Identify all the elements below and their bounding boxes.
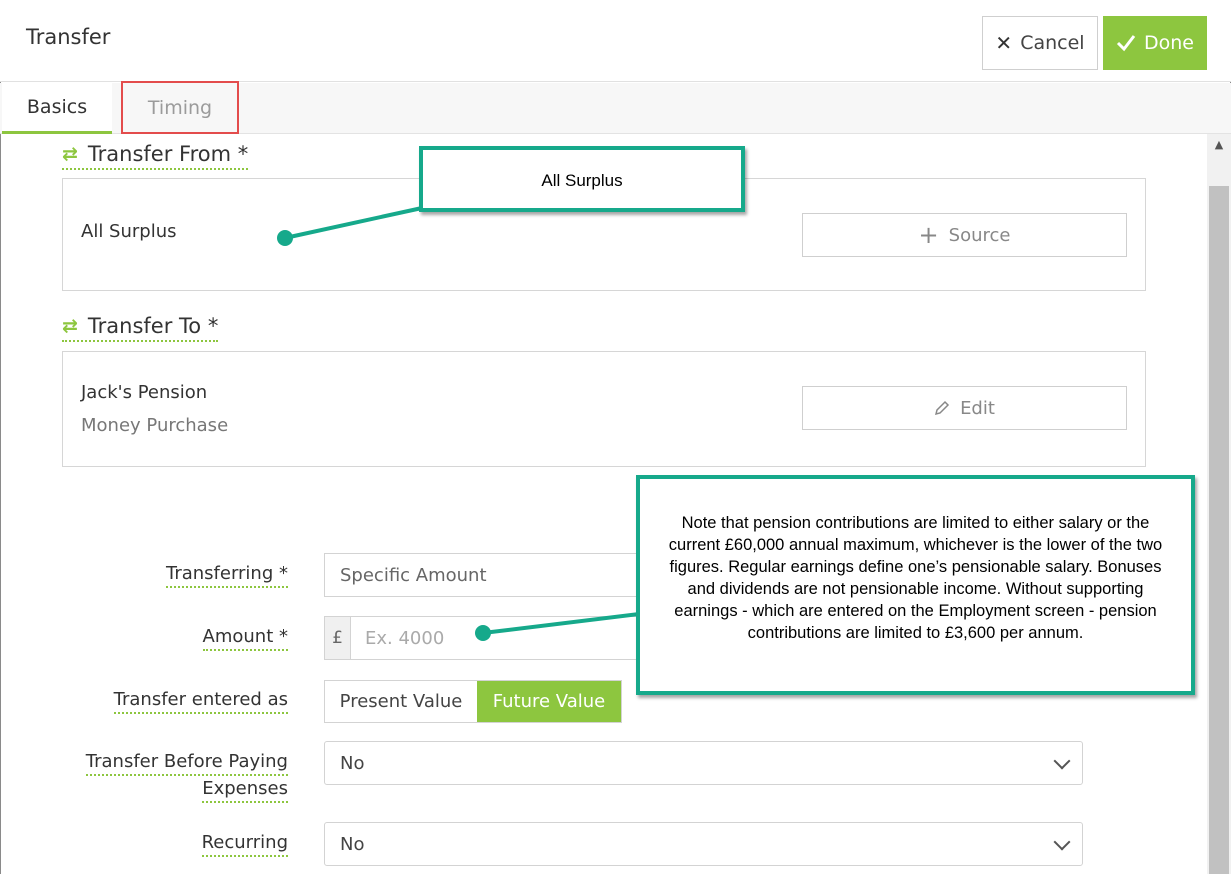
pension-connector-dot (475, 625, 491, 641)
surplus-connector-dot (277, 230, 293, 246)
pension-note-callout: Note that pension contributions are limi… (636, 475, 1195, 695)
callout-connectors (277, 206, 640, 641)
pension-connector-line (482, 612, 640, 635)
surplus-connector-line (284, 206, 423, 240)
surplus-callout: All Surplus (419, 146, 745, 212)
